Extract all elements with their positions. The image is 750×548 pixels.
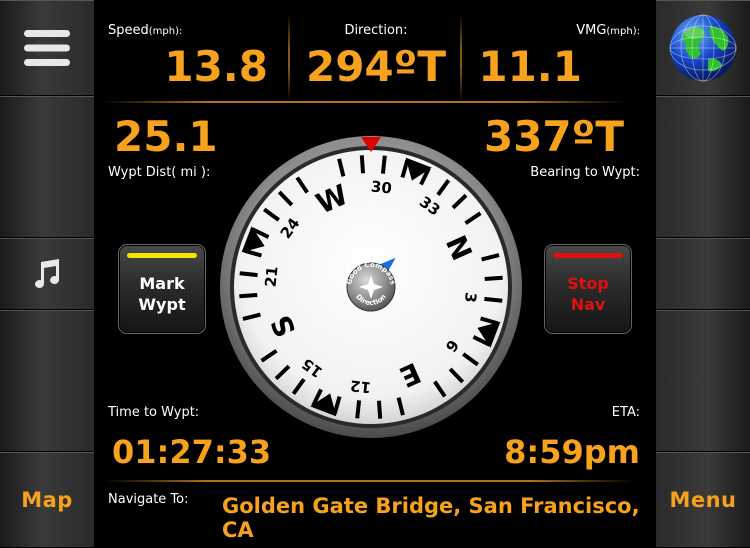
left-sidebar: Map [0, 0, 94, 548]
time-to-waypoint-label: Time to Wypt: [108, 405, 200, 420]
waypoint-distance-value: 25.1 [114, 112, 218, 161]
mark-line-2: Wypt [138, 295, 186, 314]
compass-tick [355, 400, 362, 419]
bearing-label: Bearing to Wypt: [530, 165, 640, 180]
vmg-unit: (mph): [606, 26, 640, 37]
mark-waypoint-button[interactable]: Mark Wypt [118, 244, 206, 334]
time-to-waypoint-value: 01:27:33 [112, 433, 272, 471]
right-sidebar-spacer-2 [656, 238, 750, 310]
compass-tick [239, 292, 258, 299]
vmg-label-group: VMG(mph): [576, 23, 640, 38]
direction-label: Direction: [344, 23, 408, 38]
left-sidebar-spacer-2 [0, 310, 94, 452]
stop-line-2: Nav [570, 295, 606, 314]
eta-label: ETA: [611, 405, 640, 420]
stop-line-1: Stop [567, 274, 609, 293]
speed-label-group: Speed(mph): [108, 23, 182, 38]
right-sidebar-spacer-1 [656, 96, 750, 238]
top-divider-2 [460, 14, 462, 102]
globe-button[interactable] [656, 0, 750, 96]
bottom-separator [104, 480, 634, 482]
music-note-icon [35, 259, 60, 289]
compass-tick [376, 400, 383, 419]
compass-number-30: 30 [370, 178, 393, 198]
waypoint-distance-label: Wypt Dist( mi ): [108, 165, 211, 180]
destination-name: Golden Gate Bridge, San Francisco, CA [222, 494, 640, 542]
compass: NESW36121521243033 Good Compass Directio… [220, 136, 522, 438]
left-sidebar-spacer-1 [0, 96, 94, 238]
compass-number-3: 3 [461, 291, 480, 303]
map-button[interactable]: Map [0, 452, 94, 548]
stop-nav-label: Stop Nav [567, 273, 609, 315]
compass-tick [484, 275, 503, 282]
mark-waypoint-label: Mark Wypt [138, 273, 185, 315]
direction-value: 294ºT [305, 42, 446, 91]
main-panel: Speed(mph): 13.8 Direction: 294ºT VMG(mp… [94, 0, 656, 548]
top-separator [104, 101, 624, 103]
mark-waypoint-indicator [127, 253, 197, 258]
stop-nav-button[interactable]: Stop Nav [544, 244, 632, 334]
mark-line-1: Mark [139, 274, 185, 293]
eta-value: 8:59pm [504, 433, 640, 471]
compass-number-21: 21 [262, 265, 282, 288]
right-sidebar: Menu [656, 0, 750, 548]
compass-tick [239, 271, 258, 278]
speed-unit: (mph): [148, 26, 183, 37]
stop-nav-indicator [553, 253, 623, 258]
vmg-value: 11.1 [478, 42, 582, 91]
menu-button-label: Menu [669, 488, 737, 512]
speed-value: 13.8 [164, 42, 268, 91]
compass-tick [484, 296, 503, 303]
compass-tick [380, 155, 387, 174]
right-sidebar-spacer-3 [656, 310, 750, 452]
menu-button[interactable]: Menu [656, 452, 750, 548]
compass-tick [359, 155, 366, 174]
menu-toggle-button[interactable] [0, 0, 94, 96]
map-button-label: Map [21, 488, 73, 512]
globe-icon [669, 14, 737, 82]
music-button[interactable] [0, 238, 94, 310]
speed-label: Speed [108, 23, 149, 38]
navigate-to-label: Navigate To: [108, 492, 189, 507]
hamburger-icon [24, 30, 70, 66]
vmg-label: VMG [576, 23, 607, 38]
top-divider-1 [288, 14, 290, 102]
compass-number-12: 12 [349, 376, 372, 396]
